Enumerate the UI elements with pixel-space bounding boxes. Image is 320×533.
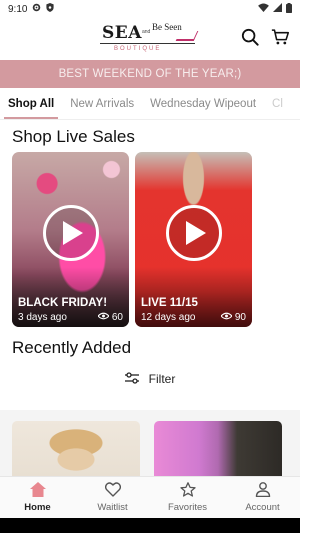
logo-divider <box>100 43 195 44</box>
logo-main-text: SEA <box>102 23 142 43</box>
product-grid <box>12 421 288 476</box>
tab-clearance[interactable]: Cl <box>264 88 291 119</box>
live-card-meta: 3 days ago 60 <box>18 312 123 323</box>
high-heel-icon <box>175 31 199 41</box>
category-tabs: Shop All New Arrivals Wednesday Wipeout … <box>0 88 300 120</box>
eye-icon <box>97 312 110 323</box>
view-count-value: 90 <box>234 312 246 323</box>
cart-icon[interactable] <box>271 28 290 46</box>
live-sales-title: Shop Live Sales <box>0 126 300 148</box>
live-sales-title-text: Shop Live Sales <box>12 127 135 146</box>
star-icon <box>179 482 196 500</box>
app-header: SEA and Be Seen BOUTIQUE <box>0 18 300 58</box>
filter-button[interactable]: Filter <box>0 361 300 397</box>
nav-label: Favorites <box>167 502 208 513</box>
logo-sub-text: BOUTIQUE <box>114 46 162 52</box>
settings-icon <box>32 3 41 15</box>
live-card-black-friday[interactable]: BLACK FRIDAY! 3 days ago 60 <box>12 152 129 327</box>
nav-home[interactable]: Home <box>0 477 75 518</box>
live-card-title: BLACK FRIDAY! <box>18 297 108 309</box>
product-card[interactable] <box>154 421 282 476</box>
tab-label: Cl <box>272 97 283 110</box>
promo-banner-text: BEST WEEKEND OF THE YEAR;) <box>58 68 242 80</box>
view-count-value: 60 <box>111 312 123 323</box>
view-count: 90 <box>220 312 246 323</box>
signal-icon <box>273 3 282 15</box>
status-left: 9:10 <box>8 3 55 15</box>
filter-sliders-icon <box>124 371 139 387</box>
tab-label: New Arrivals <box>70 97 135 110</box>
promo-banner[interactable]: BEST WEEKEND OF THE YEAR;) <box>0 60 300 88</box>
live-card-live-1115[interactable]: LIVE 11/15 12 days ago 90 <box>135 152 252 327</box>
nav-waitlist[interactable]: Waitlist <box>75 477 150 518</box>
tab-new-arrivals[interactable]: New Arrivals <box>62 88 142 119</box>
recently-added-title: Recently Added <box>0 337 300 359</box>
logo-beseen-text: Be Seen <box>152 22 182 32</box>
play-icon[interactable] <box>165 204 222 261</box>
product-card[interactable] <box>12 421 140 476</box>
tab-wednesday-wipeout[interactable]: Wednesday Wipeout <box>142 88 264 119</box>
nav-label: Home <box>24 502 51 513</box>
person-icon <box>255 482 271 500</box>
brand-logo[interactable]: SEA and Be Seen BOUTIQUE <box>100 19 200 57</box>
tab-label: Shop All <box>8 97 55 110</box>
wifi-icon <box>258 3 269 15</box>
heart-icon <box>104 482 121 500</box>
recently-added-title-text: Recently Added <box>12 338 132 357</box>
status-time: 9:10 <box>8 3 28 15</box>
eye-icon <box>220 312 233 323</box>
status-bar: 9:10 <box>0 0 300 18</box>
live-card-age: 3 days ago <box>18 312 67 323</box>
live-card-meta: 12 days ago 90 <box>141 312 246 323</box>
view-count: 60 <box>97 312 123 323</box>
nav-label: Waitlist <box>97 502 128 513</box>
bottom-nav: Home Waitlist Favorites Account <box>0 476 300 518</box>
status-right <box>258 2 292 16</box>
shield-icon <box>46 3 55 15</box>
home-icon <box>29 482 46 500</box>
live-sales-row: BLACK FRIDAY! 3 days ago 60 LIVE 11/15 1… <box>0 152 300 327</box>
search-icon[interactable] <box>241 28 259 46</box>
nav-favorites[interactable]: Favorites <box>150 477 225 518</box>
live-card-title: LIVE 11/15 <box>141 297 198 309</box>
tab-shop-all[interactable]: Shop All <box>0 88 62 119</box>
tab-label: Wednesday Wipeout <box>150 97 257 110</box>
play-icon[interactable] <box>42 204 99 261</box>
header-actions <box>241 28 290 46</box>
logo-and-text: and <box>142 29 151 35</box>
filter-label: Filter <box>148 372 176 386</box>
nav-account[interactable]: Account <box>225 477 300 518</box>
nav-label: Account <box>245 502 280 513</box>
battery-icon <box>286 2 292 16</box>
live-card-age: 12 days ago <box>141 312 196 323</box>
system-nav-bar <box>0 518 300 533</box>
